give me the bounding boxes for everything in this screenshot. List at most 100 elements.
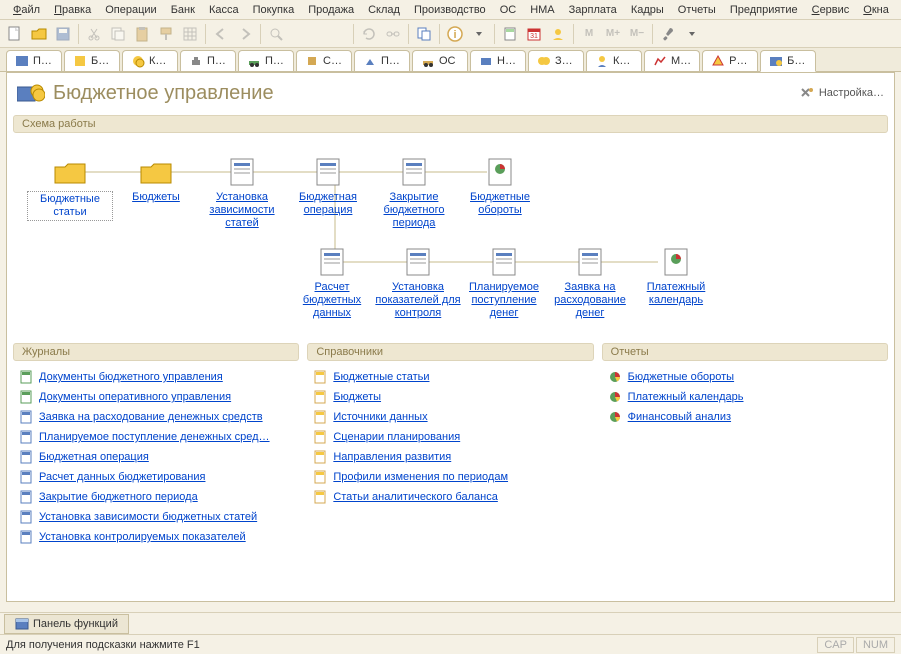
tab-os[interactable]: ОС — [412, 50, 468, 71]
paste-icon[interactable] — [131, 23, 153, 45]
journal-link[interactable]: Заявка на расходование денежных средств — [39, 411, 263, 423]
reference-item: Профили изменения по периодам — [311, 467, 589, 487]
menu-нма[interactable]: НМА — [523, 2, 561, 18]
settings-link[interactable]: Настройка… — [799, 86, 884, 100]
tools-icon[interactable] — [657, 23, 679, 45]
wf-indicators[interactable]: Установка показателей для контроля — [375, 243, 461, 320]
reference-link[interactable]: Источники данных — [333, 411, 427, 423]
menu-касса[interactable]: Касса — [202, 2, 246, 18]
wf-calendar-label[interactable]: Платежный календарь — [633, 281, 719, 307]
format-paint-icon[interactable] — [155, 23, 177, 45]
info-icon[interactable]: i — [444, 23, 466, 45]
cut-icon[interactable] — [83, 23, 105, 45]
wf-request[interactable]: Заявка на расходование денег — [547, 243, 633, 320]
menu-склад[interactable]: Склад — [361, 2, 407, 18]
tab-p4[interactable]: П… — [354, 50, 410, 71]
dropdown-icon[interactable] — [468, 23, 490, 45]
reference-link[interactable]: Бюджеты — [333, 391, 381, 403]
journal-link[interactable]: Планируемое поступление денежных сред… — [39, 431, 270, 443]
reference-link[interactable]: Профили изменения по периодам — [333, 471, 508, 483]
menu-зарплата[interactable]: Зарплата — [562, 2, 624, 18]
wf-incoming-label[interactable]: Планируемое поступление денег — [461, 281, 547, 320]
tab-z1[interactable]: З… — [528, 50, 584, 71]
menu-сервис[interactable]: Сервис — [805, 2, 857, 18]
tab-k2[interactable]: К… — [586, 50, 642, 71]
journal-link[interactable]: Закрытие бюджетного периода — [39, 491, 198, 503]
wf-calendar[interactable]: Платежный календарь — [633, 243, 719, 307]
copy-item-icon[interactable] — [413, 23, 435, 45]
tab-s1[interactable]: С… — [296, 50, 352, 71]
menu-операции[interactable]: Операции — [98, 2, 163, 18]
menu-покупка[interactable]: Покупка — [246, 2, 302, 18]
new-doc-icon[interactable] — [4, 23, 26, 45]
wf-deps-label[interactable]: Установка зависимости статей — [199, 191, 285, 230]
wf-budgets[interactable]: Бюджеты — [113, 153, 199, 204]
m-icon[interactable]: M — [578, 23, 600, 45]
journal-link[interactable]: Документы оперативного управления — [39, 391, 231, 403]
menu-справка[interactable]: Справка — [896, 2, 901, 18]
reference-link[interactable]: Сценарии планирования — [333, 431, 460, 443]
report-link[interactable]: Финансовый анализ — [628, 411, 731, 423]
wf-deps[interactable]: Установка зависимости статей — [199, 153, 285, 230]
calendar-icon[interactable]: 31 — [523, 23, 545, 45]
menu-производство[interactable]: Производство — [407, 2, 493, 18]
wf-turnover[interactable]: Бюджетные обороты — [457, 153, 543, 217]
wf-request-label[interactable]: Заявка на расходование денег — [547, 281, 633, 320]
tab-m[interactable]: М… — [644, 50, 700, 71]
forward-icon[interactable] — [234, 23, 256, 45]
menu-файл[interactable]: Файл — [6, 2, 47, 18]
back-icon[interactable] — [210, 23, 232, 45]
zoom-icon[interactable] — [265, 23, 287, 45]
wf-calc-label[interactable]: Расчет бюджетных данных — [289, 281, 375, 320]
wf-close[interactable]: Закрытие бюджетного периода — [371, 153, 457, 230]
m-minus-icon[interactable]: M− — [626, 23, 648, 45]
journal-link[interactable]: Документы бюджетного управления — [39, 371, 223, 383]
reference-link[interactable]: Статьи аналитического баланса — [333, 491, 498, 503]
m-plus-icon[interactable]: M+ — [602, 23, 624, 45]
save-icon[interactable] — [52, 23, 74, 45]
menu-предприятие[interactable]: Предприятие — [723, 2, 805, 18]
wf-budget-items-label[interactable]: Бюджетные статьи — [27, 191, 113, 221]
panel-functions-tab[interactable]: Панель функций — [4, 614, 129, 634]
journal-link[interactable]: Установка контролируемых показателей — [39, 531, 246, 543]
menu-банк[interactable]: Банк — [164, 2, 202, 18]
reference-link[interactable]: Бюджетные статьи — [333, 371, 429, 383]
journal-link[interactable]: Установка зависимости бюджетных статей — [39, 511, 257, 523]
report-link[interactable]: Бюджетные обороты — [628, 371, 734, 383]
menu-ос[interactable]: ОС — [493, 2, 524, 18]
menu-отчеты[interactable]: Отчеты — [671, 2, 723, 18]
menu-продажа[interactable]: Продажа — [301, 2, 361, 18]
copy-icon[interactable] — [107, 23, 129, 45]
report-link[interactable]: Платежный календарь — [628, 391, 744, 403]
tab-p1[interactable]: П… — [6, 50, 62, 71]
tab-p2[interactable]: П… — [180, 50, 236, 71]
tab-p3[interactable]: П… — [238, 50, 294, 71]
wf-operation[interactable]: Бюджетная операция — [285, 153, 371, 217]
journal-link[interactable]: Бюджетная операция — [39, 451, 149, 463]
wf-incoming[interactable]: Планируемое поступление денег — [461, 243, 547, 320]
calc-icon[interactable] — [499, 23, 521, 45]
tools-dropdown-icon[interactable] — [681, 23, 703, 45]
menu-кадры[interactable]: Кадры — [624, 2, 671, 18]
menu-окна[interactable]: Окна — [856, 2, 896, 18]
link-icon[interactable] — [382, 23, 404, 45]
tab-b1[interactable]: Б… — [64, 50, 120, 71]
tab-n1[interactable]: Н… — [470, 50, 526, 71]
open-icon[interactable] — [28, 23, 50, 45]
wf-calc[interactable]: Расчет бюджетных данных — [289, 243, 375, 320]
wf-close-label[interactable]: Закрытие бюджетного периода — [371, 191, 457, 230]
wf-turnover-label[interactable]: Бюджетные обороты — [457, 191, 543, 217]
tab-r[interactable]: Р… — [702, 50, 758, 71]
reference-link[interactable]: Направления развития — [333, 451, 451, 463]
wf-operation-label[interactable]: Бюджетная операция — [285, 191, 371, 217]
wf-budgets-label[interactable]: Бюджеты — [113, 191, 199, 204]
menu-правка[interactable]: Правка — [47, 2, 98, 18]
user-icon[interactable] — [547, 23, 569, 45]
wf-budget-items[interactable]: Бюджетные статьи — [27, 153, 113, 221]
journal-link[interactable]: Расчет данных бюджетирования — [39, 471, 205, 483]
wf-indicators-label[interactable]: Установка показателей для контроля — [375, 281, 461, 320]
refresh-icon[interactable] — [358, 23, 380, 45]
tab-b2[interactable]: Б… — [760, 50, 816, 72]
grid-icon[interactable] — [179, 23, 201, 45]
tab-k1[interactable]: К… — [122, 50, 178, 71]
